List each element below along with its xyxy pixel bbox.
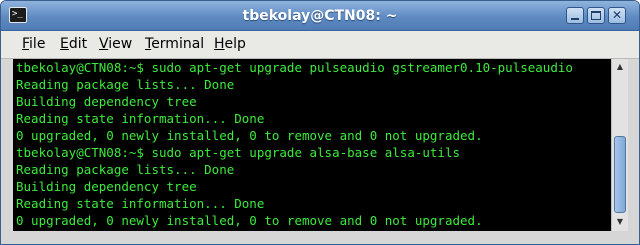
scrollbar-thumb[interactable] <box>614 136 626 213</box>
terminal-line-command: tbekolay@CTN08:~$ sudo apt-get upgrade p… <box>16 60 573 75</box>
menu-edit-label: dit <box>68 36 88 52</box>
window-bottom-frame <box>1 231 639 244</box>
minimize-icon <box>571 18 579 20</box>
maximize-icon <box>591 11 601 20</box>
menu-edit-mnemonic: E <box>60 36 69 52</box>
menu-help[interactable]: Help <box>214 31 246 58</box>
minimize-button[interactable] <box>566 7 584 24</box>
window-title: tbekolay@CTN08: ~ <box>242 8 398 24</box>
scroll-down-icon[interactable]: ▼ <box>613 215 627 229</box>
title-bar[interactable]: >_ tbekolay@CTN08: ~ ✕ <box>1 1 639 31</box>
terminal-line: Reading package lists... Done <box>16 77 235 92</box>
terminal-line: 0 upgraded, 0 newly installed, 0 to remo… <box>16 213 483 228</box>
maximize-button[interactable] <box>587 7 605 24</box>
menu-help-mnemonic: H <box>214 36 225 52</box>
vertical-scrollbar[interactable]: ▲ ▼ <box>611 59 628 231</box>
close-icon: ✕ <box>611 8 623 22</box>
menu-file-mnemonic: F <box>22 36 30 52</box>
terminal-line: Building dependency tree <box>16 94 197 109</box>
terminal-line: Reading state information... Done <box>16 111 265 126</box>
terminal-line-command: tbekolay@CTN08:~$ sudo apt-get upgrade a… <box>16 145 461 160</box>
close-button[interactable]: ✕ <box>608 7 626 24</box>
terminal-line: 0 upgraded, 0 newly installed, 0 to remo… <box>16 128 483 143</box>
menu-terminal[interactable]: Terminal <box>145 31 204 58</box>
terminal-line: Reading package lists... Done <box>16 162 235 177</box>
menu-view-mnemonic: V <box>99 36 109 52</box>
menu-view[interactable]: View <box>99 31 132 58</box>
terminal-window: >_ tbekolay@CTN08: ~ ✕ File Edit View Te… <box>0 0 640 245</box>
menu-view-label: iew <box>108 36 133 52</box>
terminal-line: Reading state information... Done <box>16 196 265 211</box>
menu-bar: File Edit View Terminal Help <box>1 31 639 59</box>
terminal-output[interactable]: tbekolay@CTN08:~$ sudo apt-get upgrade p… <box>13 59 611 231</box>
menu-edit[interactable]: Edit <box>60 31 87 58</box>
menu-help-label: elp <box>224 36 246 52</box>
menu-file[interactable]: File <box>22 31 45 58</box>
terminal-line: Building dependency tree <box>16 179 197 194</box>
menu-terminal-label: erminal <box>151 36 205 52</box>
menu-file-label: ile <box>29 36 46 52</box>
scroll-up-icon[interactable]: ▲ <box>613 60 627 74</box>
